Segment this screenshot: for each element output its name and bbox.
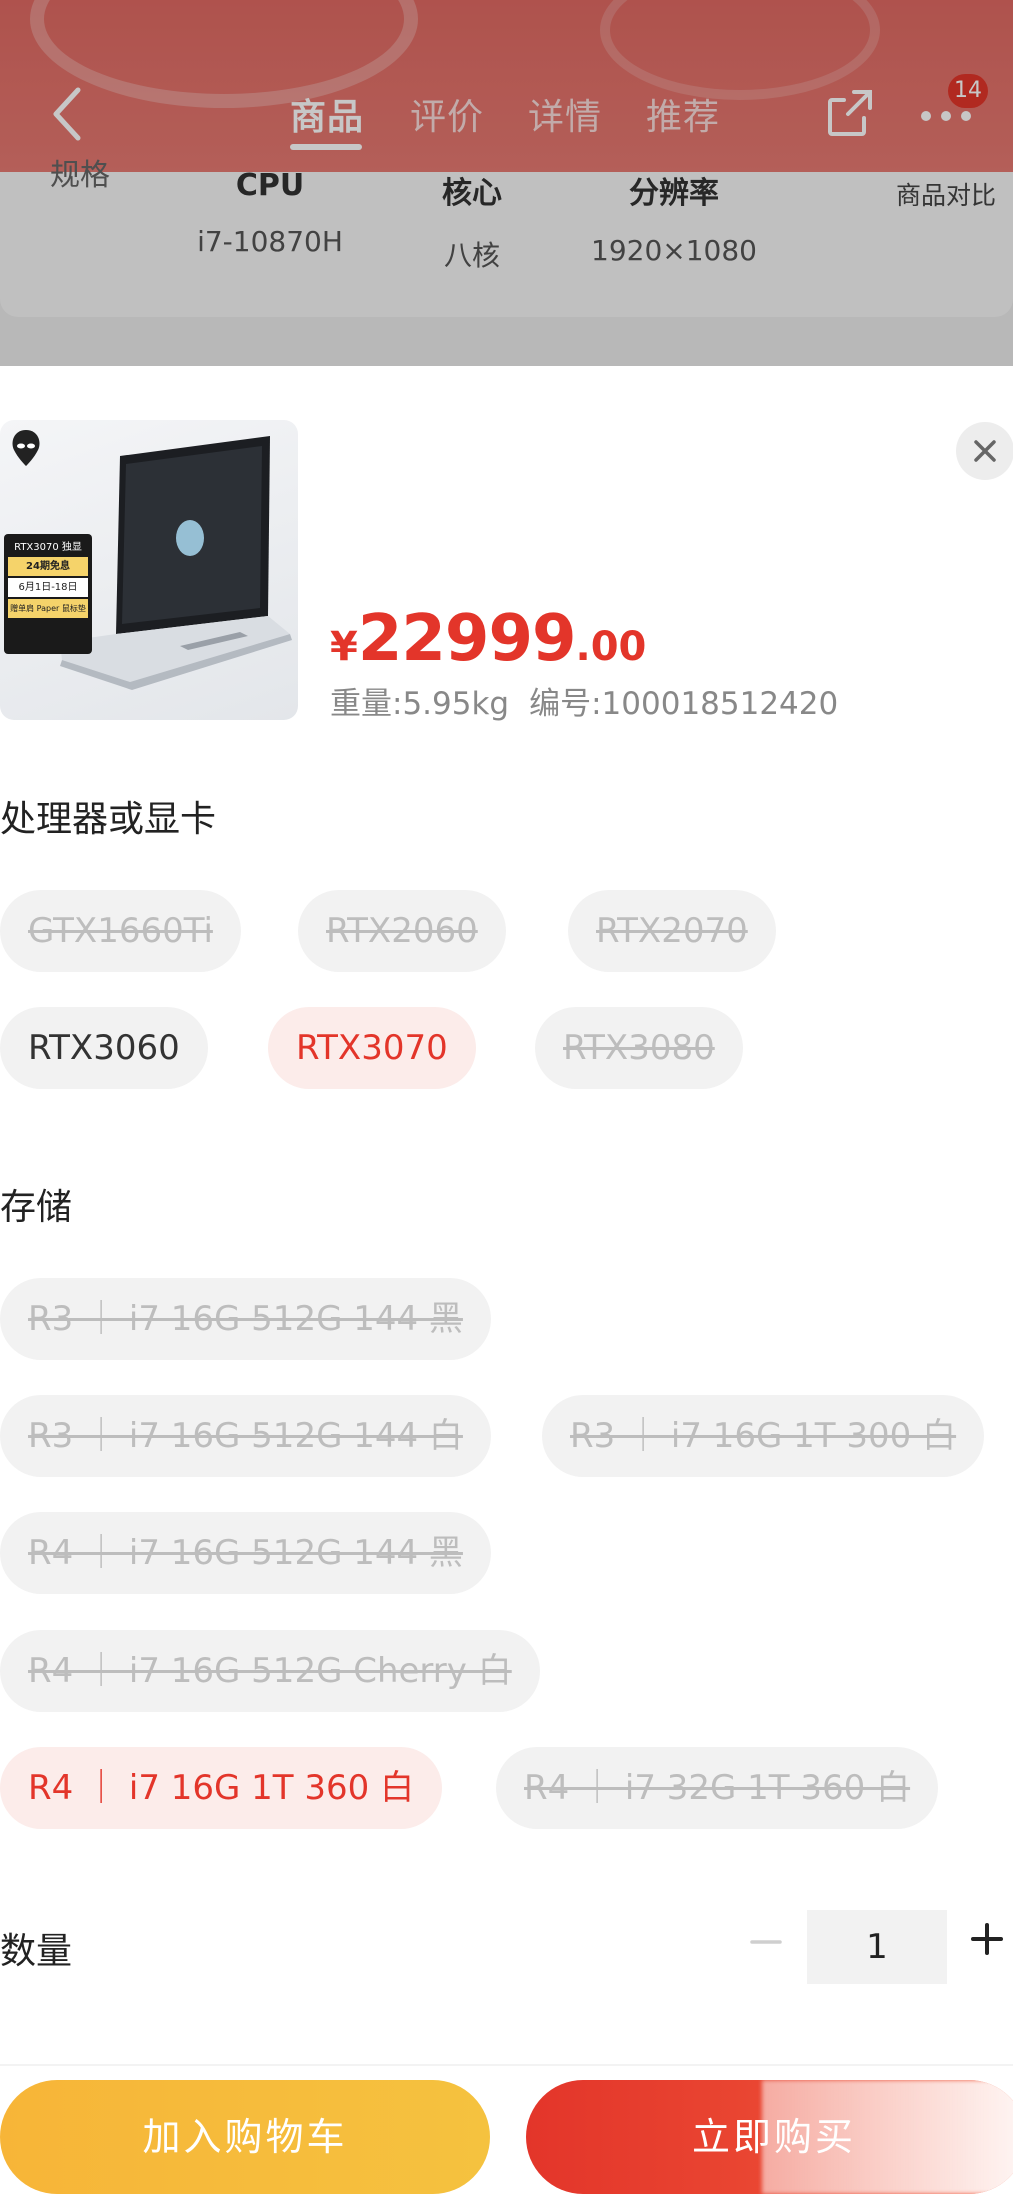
promo-badge: 24期免息 (8, 557, 88, 576)
sku-selector-sheet: RTX3070 独显 24期免息 6月1日-18日 赠单肩 Paper 鼠标垫 … (0, 366, 1013, 2194)
storage-section-title: 存储 (0, 1187, 73, 1228)
divider (0, 2064, 1013, 2066)
obscured-region (762, 2080, 1013, 2194)
close-button[interactable] (956, 422, 1013, 480)
storage-option: R4 ｜ i7 16G 512G Cherry 白 (0, 1630, 540, 1712)
product-weight: 重量:5.95kg (330, 686, 510, 722)
price: ¥22999.00 (330, 602, 646, 676)
close-icon (974, 440, 996, 462)
promo-badge: 赠单肩 Paper 鼠标垫 (8, 599, 88, 618)
background-page: 规格 CPU i7-10870H 核心 八核 分辨率 1920×1080 商品对… (0, 0, 1013, 366)
product-thumbnail: RTX3070 独显 24期免息 6月1日-18日 赠单肩 Paper 鼠标垫 (0, 420, 298, 720)
promo-badges: RTX3070 独显 24期免息 6月1日-18日 赠单肩 Paper 鼠标垫 (8, 538, 88, 618)
quantity-input[interactable]: 1 (807, 1910, 947, 1984)
gpu-option-selected[interactable]: RTX3070 (268, 1007, 476, 1089)
quantity-title: 数量 (0, 1931, 73, 1972)
promo-badge: RTX3070 独显 (14, 542, 82, 553)
price-decimal: .00 (575, 624, 647, 670)
product-meta: 重量:5.95kg 编号:100018512420 (330, 678, 838, 723)
storage-option: R3 ｜ i7 16G 1T 300 白 (542, 1395, 985, 1477)
price-currency: ¥ (330, 624, 358, 670)
plus-icon[interactable] (970, 1922, 1004, 1956)
promo-badge: 6月1日-18日 (8, 578, 88, 597)
overlay-scrim[interactable] (0, 0, 1013, 366)
storage-option: R3 ｜ i7 16G 512G 144 白 (0, 1395, 491, 1477)
storage-option: R4 ｜ i7 16G 512G 144 黑 (0, 1512, 491, 1594)
minus-icon[interactable] (748, 1912, 784, 1972)
gpu-option: RTX2060 (298, 890, 506, 972)
product-sku: 编号:100018512420 (529, 686, 839, 722)
gpu-section-title: 处理器或显卡 (0, 799, 217, 840)
gpu-option: GTX1660Ti (0, 890, 241, 972)
storage-option-selected[interactable]: R4 ｜ i7 16G 1T 360 白 (0, 1747, 443, 1829)
gpu-option: RTX3080 (535, 1007, 743, 1089)
gpu-option[interactable]: RTX3060 (0, 1007, 208, 1089)
storage-option: R3 ｜ i7 16G 512G 144 黑 (0, 1278, 491, 1360)
buy-now-button[interactable]: 立即购买 (526, 2080, 1013, 2194)
add-to-cart-button[interactable]: 加入购物车 (0, 2080, 490, 2194)
storage-option: R4 ｜ i7 32G 1T 360 白 (496, 1747, 939, 1829)
gpu-option: RTX2070 (568, 890, 776, 972)
price-integer: 22999 (357, 602, 577, 676)
